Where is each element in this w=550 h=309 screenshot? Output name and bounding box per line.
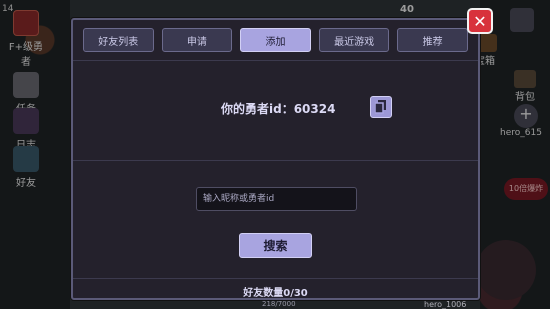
tab-requests[interactable]: 申请: [161, 28, 233, 52]
divider: [73, 60, 478, 61]
friend-count: 好友数量0/30: [243, 288, 308, 299]
exp-text: 218/7000: [262, 300, 296, 308]
tab-friend-list[interactable]: 好友列表: [83, 28, 154, 52]
tab-bar: 好友列表 申请 添加 最近游戏 推荐: [83, 28, 468, 54]
search-button[interactable]: 搜索: [239, 233, 312, 258]
copy-button[interactable]: [370, 96, 392, 118]
tab-recommended[interactable]: 推荐: [397, 28, 468, 52]
tab-add[interactable]: 添加: [240, 28, 311, 52]
id-row: 你的勇者id：60324: [73, 96, 478, 120]
search-input[interactable]: [196, 187, 357, 211]
hero-id-text: 你的勇者id：60324: [221, 102, 336, 116]
player-text: hero_1006: [424, 300, 467, 309]
divider: [73, 278, 478, 279]
copy-icon: [375, 100, 386, 114]
friend-dialog: 好友列表 申请 添加 最近游戏 推荐 你的勇者id：60324 搜索 好友数量0…: [71, 18, 480, 300]
tab-recent-games[interactable]: 最近游戏: [318, 28, 390, 52]
close-button[interactable]: ✕: [467, 8, 493, 34]
divider: [73, 160, 478, 161]
